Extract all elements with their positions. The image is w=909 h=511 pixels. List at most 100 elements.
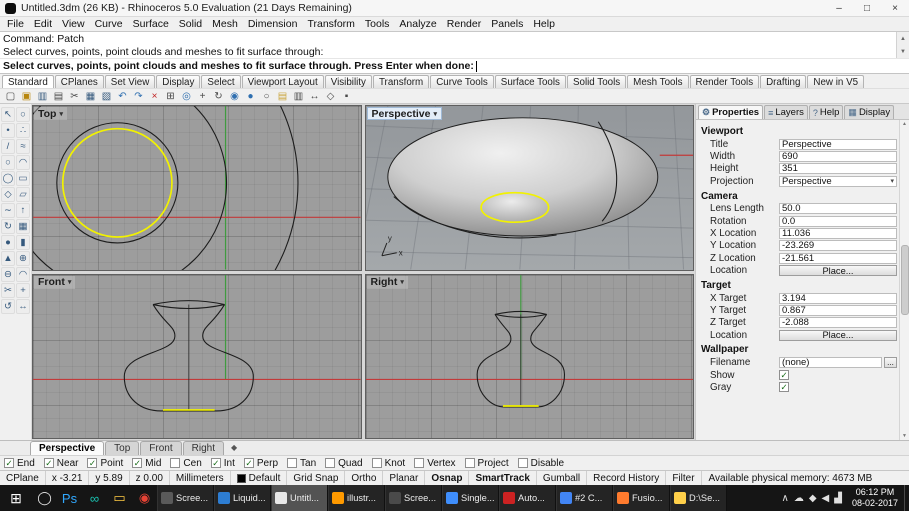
pan-view-icon[interactable]: + xyxy=(195,89,210,103)
menu-item-curve[interactable]: Curve xyxy=(90,18,128,30)
undo-icon[interactable]: ↶ xyxy=(115,89,130,103)
osnap-point[interactable]: ✓ Point xyxy=(87,458,123,469)
osnap-perp[interactable]: ✓ Perp xyxy=(243,458,278,469)
filename-field[interactable]: (none) xyxy=(779,357,882,369)
rectangle-tool-icon[interactable]: ▭ xyxy=(16,171,30,186)
toolbar-tab-curve-tools[interactable]: Curve Tools xyxy=(430,75,494,88)
points-tool-icon[interactable]: ∴ xyxy=(16,123,30,138)
cylinder-tool-icon[interactable]: ▮ xyxy=(16,235,30,250)
osnap-vertex[interactable]: Vertex xyxy=(414,458,456,469)
menu-item-dimension[interactable]: Dimension xyxy=(243,18,303,30)
scale-tool-icon[interactable]: ↔ xyxy=(16,299,30,314)
extrude-tool-icon[interactable]: ↑ xyxy=(16,203,30,218)
selected-circle-curve[interactable] xyxy=(61,127,173,238)
toggle-smarttrack[interactable]: SmartTrack xyxy=(469,471,537,485)
photoshop-icon[interactable]: Ps xyxy=(57,485,82,511)
menu-item-solid[interactable]: Solid xyxy=(174,18,207,30)
cut-icon[interactable]: ✂ xyxy=(67,89,82,103)
rotate-tool-icon[interactable]: ↺ xyxy=(1,299,15,314)
boolean-union-tool-icon[interactable]: ⊕ xyxy=(16,251,30,266)
menu-item-panels[interactable]: Panels xyxy=(486,18,528,30)
command-prompt[interactable]: Select curves, points, point clouds and … xyxy=(0,58,909,74)
projection-select[interactable]: Perspective ▾ xyxy=(779,175,897,187)
hidden-icons-chevron[interactable]: ∧ xyxy=(782,493,789,504)
perspective-viewport[interactable]: xy Perspective ▾ xyxy=(364,105,694,271)
open-file-icon[interactable]: ▣ xyxy=(19,89,34,103)
selection-filter-tool-icon[interactable]: ○ xyxy=(16,107,30,122)
loft-tool-icon[interactable]: ∼ xyxy=(1,203,15,218)
show-checkbox[interactable]: ✓ xyxy=(779,370,789,381)
menu-item-render[interactable]: Render xyxy=(442,18,486,30)
x-location-field[interactable]: 11.036 xyxy=(779,228,897,240)
explorer-window[interactable]: D:\Se... xyxy=(670,485,727,511)
toolbar-tab-select[interactable]: Select xyxy=(201,75,241,88)
hide-objects-icon[interactable]: ◇ xyxy=(323,89,338,103)
viewport-tab-menu-icon[interactable]: ◆ xyxy=(225,441,243,455)
file-explorer-icon[interactable]: ▭ xyxy=(107,485,132,511)
toolbar-tab-display[interactable]: Display xyxy=(156,75,201,88)
menu-item-surface[interactable]: Surface xyxy=(128,18,174,30)
cplane-button[interactable]: CPlane xyxy=(0,471,46,485)
front-viewport-title[interactable]: Front ▾ xyxy=(34,275,76,289)
viewport-tab-right[interactable]: Right xyxy=(182,441,224,455)
autocad-window[interactable]: Auto... xyxy=(499,485,556,511)
box-tool-icon[interactable]: ▦ xyxy=(16,219,30,234)
top-viewport[interactable]: Top ▾ xyxy=(32,105,362,271)
chrome-icon[interactable]: ◉ xyxy=(132,485,157,511)
units-button[interactable]: Millimeters xyxy=(170,471,231,485)
toolbar-tab-set-view[interactable]: Set View xyxy=(104,75,156,88)
toolbar-tab-transform[interactable]: Transform xyxy=(372,75,430,88)
redo-icon[interactable]: ↷ xyxy=(131,89,146,103)
toggle-record-history[interactable]: Record History xyxy=(587,471,667,485)
onedrive-icon[interactable]: ☁ xyxy=(794,493,804,504)
chevron-down-icon[interactable]: ▾ xyxy=(400,278,404,286)
volume-icon[interactable]: ◀ xyxy=(822,493,830,504)
toolbar-tab-surface-tools[interactable]: Surface Tools xyxy=(494,75,566,88)
selected-edge-curve[interactable] xyxy=(479,191,549,224)
osnap-tan[interactable]: Tan xyxy=(287,458,316,469)
toolbar-tab-render-tools[interactable]: Render Tools xyxy=(689,75,760,88)
point-tool-icon[interactable]: • xyxy=(1,123,15,138)
rhino-app-window[interactable]: Untitl... xyxy=(271,485,328,511)
taskbar-clock[interactable]: 06:12 PM 08-02-2017 xyxy=(846,485,904,511)
inner-circle-curve[interactable] xyxy=(56,122,179,244)
toggle-ortho[interactable]: Ortho xyxy=(345,471,384,485)
right-viewport-canvas[interactable] xyxy=(365,274,694,439)
scroll-up-icon[interactable]: ▲ xyxy=(900,33,906,46)
osnap-cen[interactable]: Cen xyxy=(170,458,202,469)
osnap-end[interactable]: ✓ End xyxy=(4,458,35,469)
place-button[interactable]: Place... xyxy=(779,265,897,277)
layer-indicator[interactable]: Default xyxy=(231,471,288,485)
menu-item-help[interactable]: Help xyxy=(528,18,560,30)
ellipse-tool-icon[interactable]: ◯ xyxy=(1,171,15,186)
command-history-scrollbar[interactable]: ▲ ▼ xyxy=(896,32,909,58)
rotation-field[interactable]: 0.0 xyxy=(779,215,897,227)
pointer-tool-icon[interactable]: ↖ xyxy=(1,107,15,122)
toolbar-tab-drafting[interactable]: Drafting xyxy=(760,75,807,88)
outer-circle-curve[interactable] xyxy=(33,106,299,270)
panel-scrollbar[interactable]: ▲ ▼ xyxy=(899,120,909,440)
maximize-button[interactable]: □ xyxy=(853,0,881,16)
x-target-field[interactable]: 3.194 xyxy=(779,292,897,304)
browse-button[interactable]: ... xyxy=(884,357,897,369)
zoom-window-icon[interactable]: ◉ xyxy=(227,89,242,103)
show-desktop-button[interactable] xyxy=(904,485,909,511)
polygon-tool-icon[interactable]: ◇ xyxy=(1,187,15,202)
screenshot-app-window[interactable]: Scree... xyxy=(157,485,214,511)
width-field[interactable]: 690 xyxy=(779,151,897,163)
chrome-window-2[interactable]: #2 C... xyxy=(556,485,613,511)
save-file-icon[interactable]: ▥ xyxy=(35,89,50,103)
z-target-field[interactable]: -2.088 xyxy=(779,317,897,329)
cone-tool-icon[interactable]: ▲ xyxy=(1,251,15,266)
boolean-difference-tool-icon[interactable]: ⊖ xyxy=(1,267,15,282)
shaded-view-icon[interactable]: ● xyxy=(243,89,258,103)
arc-tool-icon[interactable]: ◠ xyxy=(16,155,30,170)
panel-tab-display[interactable]: ▦ Display xyxy=(844,105,895,119)
osnap-near[interactable]: ✓ Near xyxy=(43,458,78,469)
toolbar-tab-mesh-tools[interactable]: Mesh Tools xyxy=(627,75,689,88)
surface-tool-icon[interactable]: ▱ xyxy=(16,187,30,202)
viewport-tab-top[interactable]: Top xyxy=(105,441,140,455)
scroll-down-icon[interactable]: ▼ xyxy=(900,46,906,59)
chevron-down-icon[interactable]: ▾ xyxy=(433,110,437,118)
circle-tool-icon[interactable]: ○ xyxy=(1,155,15,170)
